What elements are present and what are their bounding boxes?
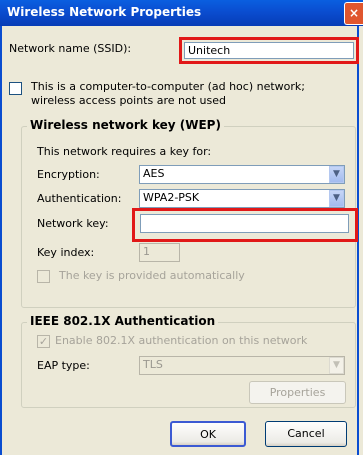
check-icon: ✓ bbox=[38, 335, 49, 348]
auto-key-checkbox[interactable] bbox=[37, 270, 50, 283]
encryption-select[interactable]: AES ▼ bbox=[139, 165, 345, 184]
adhoc-checkbox[interactable] bbox=[9, 82, 22, 95]
ssid-input[interactable]: Unitech bbox=[184, 42, 354, 59]
close-icon: × bbox=[348, 6, 360, 20]
authentication-select[interactable]: WPA2-PSK ▼ bbox=[139, 189, 345, 208]
authentication-value: WPA2-PSK bbox=[143, 191, 200, 204]
encryption-label: Encryption: bbox=[37, 168, 100, 181]
eap-type-value: TLS bbox=[143, 358, 163, 371]
title-bar: Wireless Network Properties × bbox=[0, 0, 363, 26]
ok-button[interactable]: OK bbox=[170, 421, 246, 447]
ssid-label: Network name (SSID): bbox=[9, 42, 132, 55]
eap-type-select[interactable]: TLS ▼ bbox=[139, 356, 345, 375]
eap-type-label: EAP type: bbox=[37, 359, 90, 372]
adhoc-label-line1: This is a computer-to-computer (ad hoc) … bbox=[31, 80, 306, 93]
chevron-down-icon: ▼ bbox=[329, 357, 344, 374]
enable-8021x-checkbox[interactable]: ✓ bbox=[37, 335, 50, 348]
close-button[interactable]: × bbox=[344, 2, 363, 25]
enable-8021x-label: Enable 802.1X authentication on this net… bbox=[55, 334, 308, 347]
authentication-label: Authentication: bbox=[37, 192, 122, 205]
chevron-down-icon: ▼ bbox=[329, 166, 344, 183]
network-key-highlight bbox=[132, 208, 358, 242]
wep-intro: This network requires a key for: bbox=[37, 145, 212, 158]
cancel-button[interactable]: Cancel bbox=[265, 421, 347, 447]
encryption-value: AES bbox=[143, 167, 165, 180]
auto-key-label: The key is provided automatically bbox=[59, 269, 245, 282]
key-index-label: Key index: bbox=[37, 246, 95, 259]
adhoc-label-line2: wireless access points are not used bbox=[31, 94, 226, 107]
ieee-group-title: IEEE 802.1X Authentication bbox=[27, 314, 219, 328]
key-index-input[interactable]: 1 bbox=[139, 243, 180, 262]
window-title: Wireless Network Properties bbox=[7, 5, 202, 19]
properties-button[interactable]: Properties bbox=[249, 381, 346, 404]
chevron-down-icon: ▼ bbox=[329, 190, 344, 207]
ssid-highlight: Unitech bbox=[179, 37, 359, 64]
wep-group-title: Wireless network key (WEP) bbox=[27, 118, 224, 132]
network-key-input[interactable] bbox=[140, 214, 349, 233]
network-key-label: Network key: bbox=[37, 217, 109, 230]
